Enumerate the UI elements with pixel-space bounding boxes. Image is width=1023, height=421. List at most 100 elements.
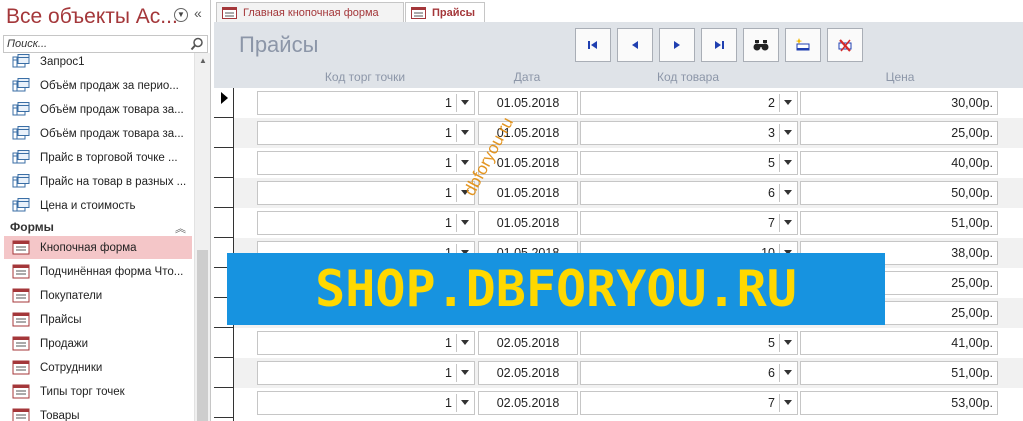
nav-item-query[interactable]: Прайс на товар в разных ... <box>4 170 192 193</box>
nav-item-form[interactable]: Продажи <box>4 332 192 355</box>
nav-collapse-icon[interactable]: « <box>194 5 202 21</box>
nav-item-form-selected[interactable]: Кнопочная форма <box>4 236 192 259</box>
store-code-field[interactable]: 1 <box>257 391 475 415</box>
nav-header[interactable]: Все объекты Ac... ▼ « <box>0 0 211 34</box>
next-record-button[interactable] <box>659 28 695 62</box>
product-code-field[interactable]: 3 <box>580 121 798 145</box>
date-field[interactable]: 01.05.2018 <box>478 91 578 115</box>
nav-item-form[interactable]: Подчинённая форма Что... <box>4 260 192 283</box>
query-icon <box>12 102 30 116</box>
date-field[interactable]: 01.05.2018 <box>478 181 578 205</box>
chevron-down-icon[interactable] <box>779 364 795 382</box>
binoculars-icon <box>753 40 769 51</box>
product-code-field[interactable]: 5 <box>580 331 798 355</box>
date-field-value: 01.05.2018 <box>496 216 560 230</box>
price-field[interactable]: 41,00р. <box>800 331 998 355</box>
store-code-field[interactable]: 1 <box>257 211 475 235</box>
nav-item-form[interactable]: Товары <box>4 404 192 421</box>
store-code-field[interactable]: 1 <box>257 121 475 145</box>
store-code-field[interactable]: 1 <box>257 361 475 385</box>
store-code-field[interactable]: 1 <box>257 91 475 115</box>
scroll-up-icon[interactable]: ▲ <box>195 53 211 69</box>
chevron-down-icon[interactable] <box>456 94 472 112</box>
record-selector-divider <box>214 417 234 418</box>
nav-item-query[interactable]: Цена и стоимость <box>4 194 192 217</box>
nav-item-query[interactable]: Прайс в торговой точке ... <box>4 146 192 169</box>
chevron-down-icon[interactable] <box>779 394 795 412</box>
find-button[interactable] <box>743 28 779 62</box>
chevron-down-icon[interactable] <box>456 394 472 412</box>
form-icon <box>12 264 30 279</box>
nav-title[interactable]: Все объекты Ac... <box>6 5 178 29</box>
chevron-down-icon[interactable] <box>456 334 472 352</box>
price-field-value: 51,00р. <box>951 216 993 230</box>
last-record-button[interactable] <box>701 28 737 62</box>
date-field[interactable]: 01.05.2018 <box>478 211 578 235</box>
chevron-down-icon[interactable] <box>779 184 795 202</box>
nav-item-label: Кнопочная форма <box>40 241 137 254</box>
product-code-field[interactable]: 2 <box>580 91 798 115</box>
chevron-down-icon[interactable] <box>779 214 795 232</box>
store-code-field[interactable]: 1 <box>257 331 475 355</box>
product-code-field[interactable]: 6 <box>580 181 798 205</box>
search-icon[interactable] <box>190 37 204 51</box>
record-row: 1 01.05.2018 5 40,00р. <box>234 148 1023 178</box>
chevron-up-icon[interactable]: ︽ <box>175 220 186 236</box>
product-code-field[interactable]: 5 <box>580 151 798 175</box>
store-code-field[interactable]: 1 <box>257 151 475 175</box>
first-record-button[interactable] <box>575 28 611 62</box>
watermark-banner: SHOP.DBFORYOU.RU <box>227 253 885 325</box>
nav-item-form[interactable]: Сотрудники <box>4 356 192 379</box>
price-field[interactable]: 51,00р. <box>800 361 998 385</box>
chevron-down-icon[interactable] <box>456 124 472 142</box>
price-field[interactable]: 50,00р. <box>800 181 998 205</box>
record-row: 1 02.05.2018 5 41,00р. <box>234 328 1023 358</box>
query-icon <box>12 150 30 164</box>
date-field[interactable]: 02.05.2018 <box>478 361 578 385</box>
store-code-field[interactable]: 1 <box>257 181 475 205</box>
record-row: 1 02.05.2018 7 53,00р. <box>234 388 1023 418</box>
price-field[interactable]: 30,00р. <box>800 91 998 115</box>
price-field[interactable]: 40,00р. <box>800 151 998 175</box>
nav-menu-dropdown-icon[interactable]: ▼ <box>174 8 188 22</box>
product-code-field[interactable]: 7 <box>580 391 798 415</box>
product-code-field[interactable]: 6 <box>580 361 798 385</box>
nav-item-query[interactable]: Объём продаж за перио... <box>4 74 192 97</box>
price-field[interactable]: 53,00р. <box>800 391 998 415</box>
date-field[interactable]: 02.05.2018 <box>478 391 578 415</box>
chevron-down-icon[interactable] <box>456 364 472 382</box>
nav-item-query[interactable]: Объём продаж товара за... <box>4 122 192 145</box>
chevron-down-icon[interactable] <box>779 334 795 352</box>
nav-item-form[interactable]: Типы торг точек <box>4 380 192 403</box>
record-selector-divider <box>214 177 234 178</box>
delete-record-button[interactable] <box>827 28 863 62</box>
nav-scrollbar[interactable]: ▲ <box>194 53 210 421</box>
nav-item-form[interactable]: Покупатели <box>4 284 192 307</box>
price-field-value: 30,00р. <box>951 96 993 110</box>
price-field[interactable]: 51,00р. <box>800 211 998 235</box>
chevron-down-icon[interactable] <box>779 154 795 172</box>
scrollbar-thumb[interactable] <box>197 250 208 421</box>
product-code-field-value: 3 <box>768 126 775 140</box>
prices-form: Прайсы Код торг точки Дата Код товара Це… <box>214 22 1023 421</box>
previous-record-button[interactable] <box>617 28 653 62</box>
date-field[interactable]: 02.05.2018 <box>478 331 578 355</box>
chevron-down-icon[interactable] <box>456 214 472 232</box>
nav-search-input[interactable] <box>4 36 184 52</box>
record-row: 1 02.05.2018 6 51,00р. <box>234 358 1023 388</box>
price-field-value: 51,00р. <box>951 366 993 380</box>
price-field-value: 25,00р. <box>951 276 993 290</box>
nav-item-label: Запрос1 <box>40 55 85 68</box>
new-record-button[interactable] <box>785 28 821 62</box>
chevron-down-icon[interactable] <box>779 94 795 112</box>
date-field-value: 02.05.2018 <box>496 396 560 410</box>
price-field[interactable]: 25,00р. <box>800 121 998 145</box>
tab-main-switchboard[interactable]: Главная кнопочная форма <box>216 2 404 22</box>
nav-item-query[interactable]: Объём продаж товара за... <box>4 98 192 121</box>
nav-item-form[interactable]: Прайсы <box>4 308 192 331</box>
price-field-value: 50,00р. <box>951 186 993 200</box>
product-code-field[interactable]: 7 <box>580 211 798 235</box>
chevron-down-icon[interactable] <box>779 124 795 142</box>
nav-item-query[interactable]: Запрос1 <box>4 53 192 73</box>
tab-prices[interactable]: Прайсы <box>405 2 485 23</box>
